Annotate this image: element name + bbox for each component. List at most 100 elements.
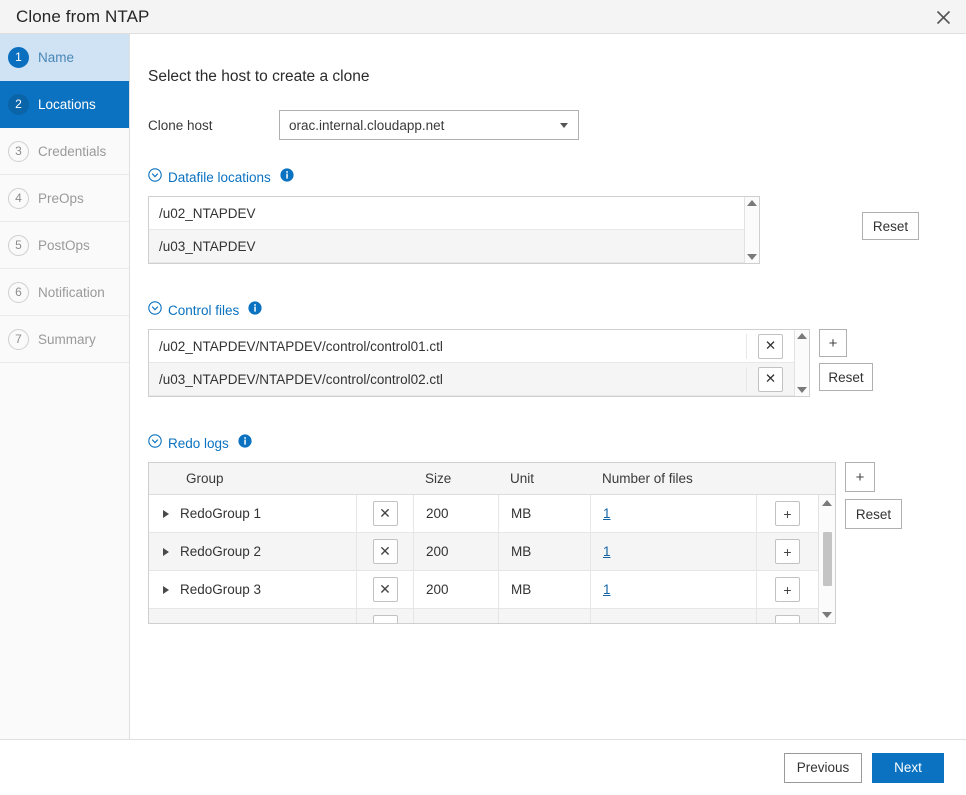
remove-icon[interactable] — [372, 615, 398, 623]
wizard-footer: Previous Next — [0, 739, 966, 795]
remove-icon[interactable]: ✕ — [372, 577, 398, 602]
redo-unit-cell — [498, 609, 590, 623]
redo-group-label: RedoGroup 2 — [180, 544, 262, 559]
redo-group-cell: RedoGroup 3 — [149, 571, 356, 608]
number-of-files-link[interactable]: 1 — [603, 544, 611, 559]
control-files-title[interactable]: Control files — [168, 303, 239, 318]
previous-button[interactable]: Previous — [784, 752, 862, 783]
title-bar: Clone from NTAP — [0, 0, 966, 34]
expand-row-icon[interactable] — [163, 547, 169, 556]
table-row[interactable]: RedoGroup 2 ✕ 200 MB 1 + — [149, 533, 818, 571]
redo-files-cell: 1 — [590, 495, 756, 532]
redo-size-cell: 200 — [413, 571, 498, 608]
redo-logs-header: Redo logs — [148, 434, 966, 453]
add-file-icon[interactable]: + — [775, 577, 800, 602]
expand-row-icon[interactable] — [163, 585, 169, 594]
control-files-add-button[interactable]: + — [819, 329, 847, 357]
redo-files-cell: 1 — [590, 533, 756, 570]
sidebar-item-credentials[interactable]: 3 Credentials — [0, 128, 129, 175]
redo-remove-cell: ✕ — [356, 571, 413, 608]
number-of-files-link[interactable]: 1 — [603, 582, 611, 597]
redo-logs-add-button[interactable]: + — [845, 462, 875, 492]
datafile-scrollbar[interactable] — [744, 197, 759, 263]
list-item[interactable]: /u02_NTAPDEV — [149, 197, 744, 230]
scroll-up-icon[interactable] — [747, 200, 757, 206]
table-row[interactable]: RedoGroup 3 ✕ 200 MB 1 + — [149, 571, 818, 609]
remove-icon[interactable]: ✕ — [372, 539, 398, 564]
datafile-locations-section: /u02_NTAPDEV /u03_NTAPDEV Reset — [148, 196, 966, 264]
info-icon[interactable] — [280, 168, 294, 187]
sidebar-item-locations[interactable]: 2 Locations — [0, 81, 129, 128]
control-files-reset-button[interactable]: Reset — [819, 363, 873, 391]
sidebar-item-label: Name — [38, 49, 75, 65]
redo-add-cell: + — [756, 533, 818, 570]
control-files-section: /u02_NTAPDEV/NTAPDEV/control/control01.c… — [148, 329, 966, 397]
redo-logs-title[interactable]: Redo logs — [168, 436, 229, 451]
table-row[interactable]: RedoGroup 1 ✕ 200 MB 1 + — [149, 495, 818, 533]
column-header-group: Group — [186, 471, 224, 486]
datafile-locations-title[interactable]: Datafile locations — [168, 170, 271, 185]
number-of-files-link[interactable]: 1 — [603, 506, 611, 521]
control-files-list: /u02_NTAPDEV/NTAPDEV/control/control01.c… — [149, 330, 794, 396]
sidebar-item-notification[interactable]: 6 Notification — [0, 269, 129, 316]
close-icon[interactable] — [920, 0, 966, 34]
add-file-icon[interactable] — [775, 615, 800, 623]
redo-remove-cell: ✕ — [356, 533, 413, 570]
redo-unit-cell: MB — [498, 495, 590, 532]
remove-icon[interactable]: ✕ — [758, 333, 783, 359]
circle-chevron-down-icon[interactable] — [148, 168, 162, 187]
window-body: 1 Name 2 Locations 3 Credentials 4 PreOp… — [0, 34, 966, 739]
datafile-locations-listbox[interactable]: /u02_NTAPDEV /u03_NTAPDEV — [148, 196, 760, 264]
redo-size-cell: 200 — [413, 533, 498, 570]
step-badge: 3 — [8, 140, 29, 162]
redo-group-label: RedoGroup 1 — [180, 506, 262, 521]
redo-add-cell: + — [756, 571, 818, 608]
scroll-up-icon[interactable] — [822, 500, 832, 506]
circle-chevron-down-icon[interactable] — [148, 301, 162, 320]
step-badge: 2 — [8, 93, 29, 115]
redo-size-cell: 200 — [413, 495, 498, 532]
sidebar-item-postops[interactable]: 5 PostOps — [0, 222, 129, 269]
control-files-listbox[interactable]: /u02_NTAPDEV/NTAPDEV/control/control01.c… — [148, 329, 810, 397]
clone-host-select[interactable]: orac.internal.cloudapp.net — [279, 110, 579, 140]
sidebar-item-summary[interactable]: 7 Summary — [0, 316, 129, 363]
next-button[interactable]: Next — [872, 752, 944, 783]
add-file-icon[interactable]: + — [775, 501, 800, 526]
scroll-up-icon[interactable] — [797, 333, 807, 339]
scroll-down-icon[interactable] — [797, 387, 807, 393]
info-icon[interactable] — [248, 301, 262, 320]
scroll-down-icon[interactable] — [747, 254, 757, 260]
circle-chevron-down-icon[interactable] — [148, 434, 162, 453]
redo-unit-cell: MB — [498, 571, 590, 608]
remove-icon[interactable]: ✕ — [758, 366, 783, 392]
sidebar-item-preops[interactable]: 4 PreOps — [0, 175, 129, 222]
list-item[interactable]: /u03_NTAPDEV/NTAPDEV/control/control02.c… — [149, 363, 794, 396]
wizard-steps-sidebar: 1 Name 2 Locations 3 Credentials 4 PreOp… — [0, 34, 130, 739]
redo-logs-reset-button[interactable]: Reset — [845, 499, 902, 529]
clone-host-row: Clone host orac.internal.cloudapp.net — [148, 110, 966, 140]
list-item[interactable]: /u02_NTAPDEV/NTAPDEV/control/control01.c… — [149, 330, 794, 363]
control-file-path: /u03_NTAPDEV/NTAPDEV/control/control02.c… — [159, 371, 443, 387]
page-title: Select the host to create a clone — [148, 68, 370, 85]
scrollbar-thumb[interactable] — [822, 532, 832, 586]
redo-remove-cell — [356, 609, 413, 623]
window-title: Clone from NTAP — [16, 6, 150, 26]
control-files-header: Control files — [148, 301, 966, 320]
redo-logs-scrollbar[interactable] — [818, 495, 835, 623]
expand-row-icon[interactable] — [163, 509, 169, 518]
add-file-icon[interactable]: + — [775, 539, 800, 564]
sidebar-item-name[interactable]: 1 Name — [0, 34, 129, 81]
info-icon[interactable] — [238, 434, 252, 453]
redo-group-cell — [149, 609, 356, 623]
scroll-down-icon[interactable] — [822, 612, 832, 618]
redo-group-cell: RedoGroup 1 — [149, 495, 356, 532]
redo-logs-table: Group Size Unit Number of files RedoGrou… — [148, 462, 836, 624]
table-row[interactable] — [149, 609, 818, 623]
redo-remove-cell: ✕ — [356, 495, 413, 532]
list-item[interactable]: /u03_NTAPDEV — [149, 230, 744, 263]
datafile-reset-button[interactable]: Reset — [862, 212, 919, 240]
remove-icon[interactable]: ✕ — [372, 501, 398, 526]
control-files-scrollbar[interactable] — [794, 330, 809, 396]
step-badge: 4 — [8, 187, 29, 209]
sidebar-item-label: Locations — [38, 96, 96, 112]
